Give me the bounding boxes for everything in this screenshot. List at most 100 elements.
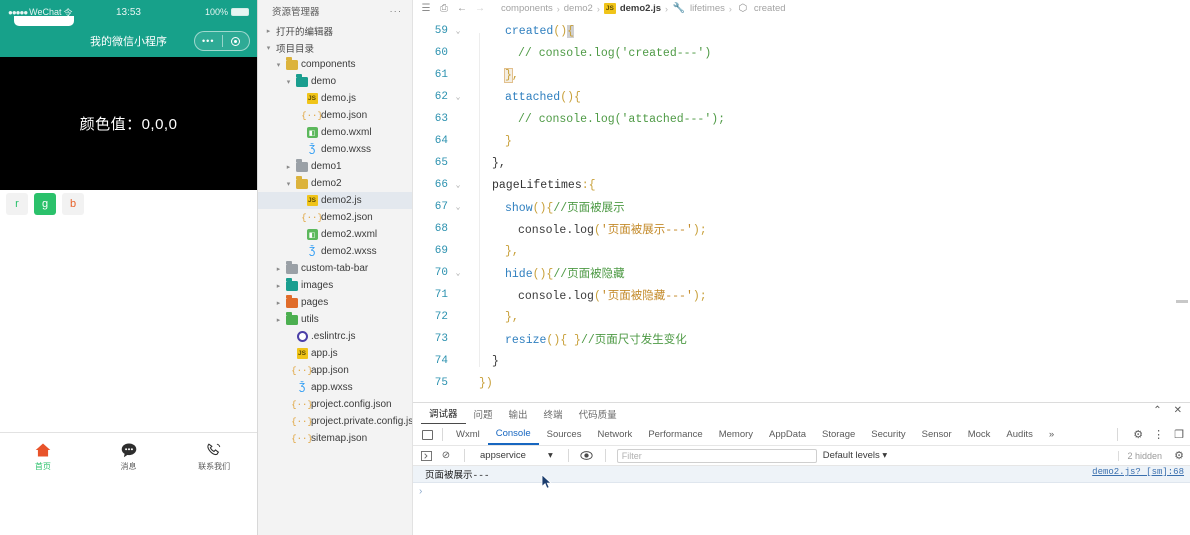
- code-line[interactable]: 68 console.log('页面被展示---');: [413, 218, 1190, 240]
- kebab-menu-icon[interactable]: ⋮: [1153, 428, 1164, 441]
- code-line[interactable]: 67 ⌄ show(){//页面被展示: [413, 196, 1190, 218]
- chevron-right-icon[interactable]: ▸: [274, 282, 283, 290]
- code-line[interactable]: 60 // console.log('created---'): [413, 42, 1190, 64]
- tree-item-demo1[interactable]: ▸ demo1: [258, 158, 412, 175]
- fold-chevron-icon[interactable]: ⌄: [451, 268, 465, 278]
- chevron-right-icon[interactable]: ▸: [284, 163, 293, 171]
- color-canvas[interactable]: 颜色值：0,0,0: [0, 57, 257, 190]
- devtools-tab-[interactable]: »: [1041, 426, 1062, 444]
- fold-chevron-icon[interactable]: ⌄: [451, 202, 465, 212]
- fold-chevron-icon[interactable]: ⌄: [451, 92, 465, 102]
- code-line[interactable]: 70 ⌄ hide(){//页面被隐藏: [413, 262, 1190, 284]
- bookmark-icon[interactable]: ⎙: [437, 3, 451, 14]
- tree-item-custom-tab-bar[interactable]: ▸ custom-tab-bar: [258, 260, 412, 277]
- tree-item-pages[interactable]: ▸ pages: [258, 294, 412, 311]
- tree-item-demo2[interactable]: ▾ demo2: [258, 175, 412, 192]
- chevron-down-icon[interactable]: ▾: [274, 61, 283, 69]
- section-project-dir[interactable]: ▾ 项目目录: [258, 39, 412, 56]
- tree-item-demo-json[interactable]: ·{··}demo.json: [258, 107, 412, 124]
- breadcrumb-item-lifetimes[interactable]: lifetimes: [690, 3, 725, 14]
- code-line[interactable]: 71 console.log('页面被隐藏---');: [413, 284, 1190, 306]
- devtools-tab-appdata[interactable]: AppData: [761, 426, 814, 444]
- devtools-tab-security[interactable]: Security: [863, 426, 913, 444]
- dock-panel-icon[interactable]: ❐: [1174, 428, 1184, 441]
- tabbar-item-home[interactable]: 首页: [0, 442, 86, 472]
- console-message-source-link[interactable]: demo2.js? [sm]:68: [1092, 467, 1184, 477]
- capsule-close-button[interactable]: [223, 36, 250, 46]
- capsule-button[interactable]: •••: [194, 31, 250, 51]
- code-editor[interactable]: 59 ⌄ created(){60// console.log('created--…: [413, 17, 1190, 402]
- tree-item-demo[interactable]: ▾ demo: [258, 73, 412, 90]
- tree-item-demo2-wxml[interactable]: ·◧demo2.wxml: [258, 226, 412, 243]
- fold-chevron-icon[interactable]: ⌄: [451, 180, 465, 190]
- code-line[interactable]: 74}: [413, 350, 1190, 372]
- tree-item-sitemap-json[interactable]: ·{··}sitemap.json: [258, 430, 412, 447]
- tree-item-demo-wxml[interactable]: ·◧demo.wxml: [258, 124, 412, 141]
- code-line[interactable]: 73 resize(){ }//页面尺寸发生变化: [413, 328, 1190, 350]
- filter-input[interactable]: Filter: [616, 448, 817, 463]
- explorer-more-icon[interactable]: ···: [390, 6, 403, 17]
- fold-chevron-icon[interactable]: ⌄: [451, 26, 465, 36]
- devtools-tab-storage[interactable]: Storage: [814, 426, 863, 444]
- panel-tab-problems[interactable]: 问题: [466, 407, 501, 424]
- tree-item-demo2-wxss[interactable]: · Ǯdemo2.wxss: [258, 243, 412, 260]
- tree-item-app-wxss[interactable]: · Ǯapp.wxss: [258, 379, 412, 396]
- panel-tab-terminal[interactable]: 终端: [536, 407, 571, 424]
- tree-item-components[interactable]: ▾ components: [258, 56, 412, 73]
- devtools-tab-performance[interactable]: Performance: [640, 426, 710, 444]
- code-line[interactable]: 61},: [413, 64, 1190, 86]
- code-line[interactable]: 64}: [413, 130, 1190, 152]
- arrow-right-icon[interactable]: →: [473, 3, 487, 14]
- code-line[interactable]: 66 ⌄ pageLifetimes:{: [413, 174, 1190, 196]
- clear-console-icon[interactable]: ⊘: [439, 449, 453, 463]
- devtools-tab-sources[interactable]: Sources: [539, 426, 590, 444]
- code-line[interactable]: 63 // console.log('attached---');: [413, 108, 1190, 130]
- devtools-tab-mock[interactable]: Mock: [960, 426, 999, 444]
- console-prompt[interactable]: ›: [413, 483, 1190, 499]
- breadcrumb-item-demo2[interactable]: demo2: [564, 3, 593, 14]
- code-line[interactable]: 62 ⌄ attached(){: [413, 86, 1190, 108]
- section-open-editors[interactable]: ▸ 打开的编辑器: [258, 22, 412, 39]
- tree-item-images[interactable]: ▸ images: [258, 277, 412, 294]
- devtools-tab-console[interactable]: Console: [487, 425, 539, 445]
- devtools-tab-memory[interactable]: Memory: [711, 426, 761, 444]
- breadcrumb-item-components[interactable]: components: [501, 3, 553, 14]
- console-sidebar-icon[interactable]: [419, 449, 433, 463]
- log-level-selector[interactable]: Default levels ▾: [823, 450, 887, 461]
- tree-item-demo-wxss[interactable]: · Ǯdemo.wxss: [258, 141, 412, 158]
- code-line[interactable]: 72},: [413, 306, 1190, 328]
- tree-item-demo2-json[interactable]: ·{··}demo2.json: [258, 209, 412, 226]
- tabbar-item-message[interactable]: 消息: [86, 442, 172, 472]
- devtools-tab-network[interactable]: Network: [589, 426, 640, 444]
- chevron-right-icon[interactable]: ▸: [274, 265, 283, 273]
- editor-scrollbar-marker[interactable]: [1176, 300, 1188, 303]
- breadcrumb-item-demo2js[interactable]: demo2.js: [620, 3, 661, 14]
- tree-item-demo-js[interactable]: ·JSdemo.js: [258, 90, 412, 107]
- console-message[interactable]: 页面被展示--- demo2.js? [sm]:68: [413, 466, 1190, 483]
- chevron-down-icon[interactable]: ▾: [284, 78, 293, 86]
- tree-item-app-json[interactable]: ·{··}app.json: [258, 362, 412, 379]
- context-selector[interactable]: appservice ▾: [476, 450, 557, 461]
- devtools-tab-audits[interactable]: Audits: [998, 426, 1040, 444]
- breadcrumb-item-created[interactable]: created: [754, 3, 786, 14]
- chevron-right-icon[interactable]: ▸: [274, 316, 283, 324]
- devtools-tab-sensor[interactable]: Sensor: [914, 426, 960, 444]
- tree-item-project-private-config-js-[interactable]: ·{··}project.private.config.js...: [258, 413, 412, 430]
- chevron-down-icon[interactable]: ▾: [284, 180, 293, 188]
- panel-tab-debugger[interactable]: 调试器: [421, 406, 466, 424]
- rgb-button-b[interactable]: b: [62, 193, 84, 215]
- chevron-up-icon[interactable]: ⌃: [1153, 405, 1161, 416]
- settings-gear-icon[interactable]: ⚙: [1133, 428, 1143, 441]
- console-settings-gear-icon[interactable]: ⚙: [1174, 449, 1184, 462]
- tree-item-utils[interactable]: ▸ utils: [258, 311, 412, 328]
- panel-tab-code-quality[interactable]: 代码质量: [571, 407, 625, 424]
- arrow-left-icon[interactable]: ←: [455, 3, 469, 14]
- tree-item-app-js[interactable]: ·JSapp.js: [258, 345, 412, 362]
- close-icon[interactable]: ✕: [1174, 405, 1182, 416]
- code-line[interactable]: 59 ⌄ created(){: [413, 20, 1190, 42]
- chevron-right-icon[interactable]: ▸: [274, 299, 283, 307]
- capsule-menu-button[interactable]: •••: [195, 36, 222, 46]
- code-line[interactable]: 75}): [413, 372, 1190, 394]
- tree-item-project-config-json[interactable]: ·{··}project.config.json: [258, 396, 412, 413]
- list-icon[interactable]: ☰: [419, 3, 433, 14]
